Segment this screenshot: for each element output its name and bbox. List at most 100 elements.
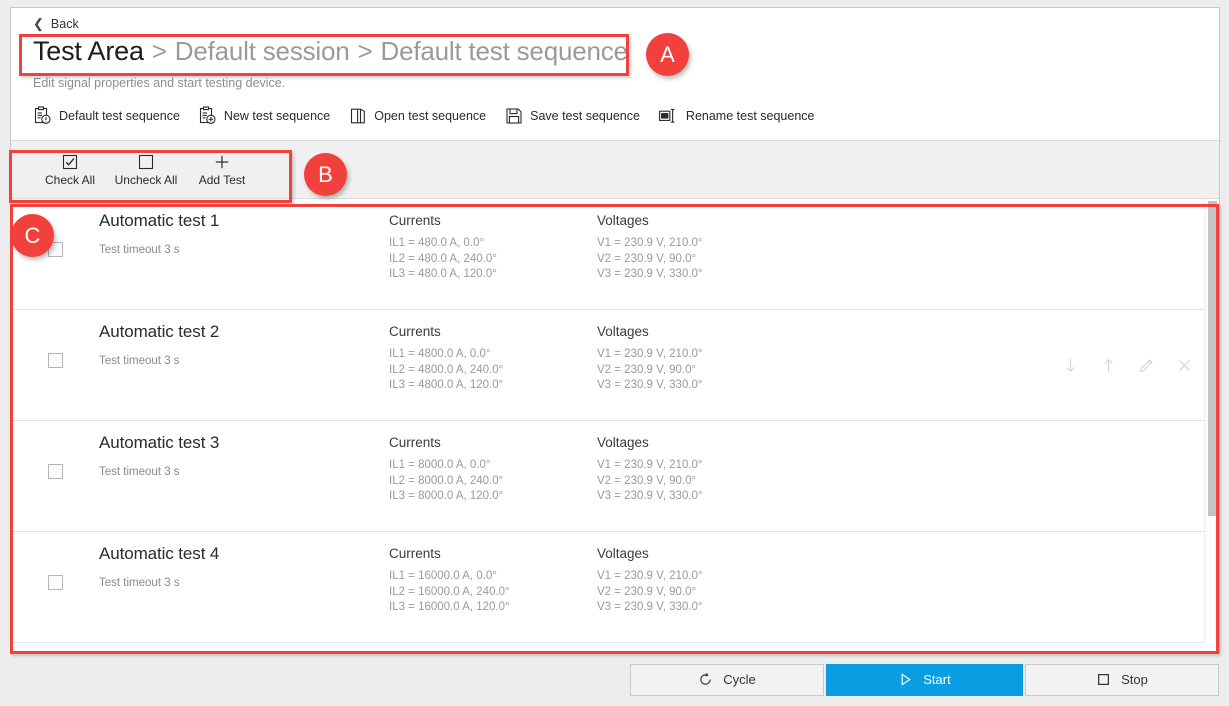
row-name-cell: Automatic test 3 Test timeout 3 s xyxy=(99,421,389,478)
currents-cell: Currents IL1 = 4800.0 A, 0.0° IL2 = 4800.0… xyxy=(389,310,597,394)
row-checkbox-cell xyxy=(11,310,99,368)
breadcrumb-test-area[interactable]: Test Area xyxy=(33,36,144,67)
table-row[interactable]: Automatic test 1 Test timeout 3 s Currents… xyxy=(11,199,1219,310)
move-down-icon[interactable] xyxy=(1059,465,1081,487)
row-checkbox[interactable] xyxy=(47,464,63,479)
current-line: IL2 = 8000.0 A, 240.0° xyxy=(389,474,504,487)
currents-cell: Currents IL1 = 8000.0 A, 0.0° IL2 = 8000.0… xyxy=(389,421,597,505)
breadcrumb-sequence[interactable]: Default test sequence xyxy=(381,36,628,67)
uncheck-all-button[interactable]: Uncheck All xyxy=(109,153,183,187)
footer-action-bar: Cycle Start Stop xyxy=(0,653,1229,706)
check-all-label: Check All xyxy=(44,172,96,187)
voltages-header: Voltages xyxy=(597,435,649,450)
delete-close-icon[interactable] xyxy=(1173,354,1195,376)
row-checkbox[interactable] xyxy=(47,242,63,257)
rename-icon xyxy=(658,106,680,126)
voltage-line: V3 = 230.9 V, 330.0° xyxy=(597,379,703,391)
current-line: IL2 = 480.0 A, 240.0° xyxy=(389,252,497,265)
currents-header: Currents xyxy=(389,546,441,561)
save-test-sequence-label: Save test sequence xyxy=(530,109,640,123)
clipboard-new-icon xyxy=(198,106,218,126)
row-checkbox-cell xyxy=(11,199,99,257)
breadcrumb-session[interactable]: Default session xyxy=(175,36,350,67)
test-timeout: Test timeout 3 s xyxy=(99,577,180,589)
open-test-sequence-button[interactable]: Open test sequence xyxy=(348,104,504,128)
delete-close-icon[interactable] xyxy=(1173,576,1195,598)
currents-cell: Currents IL1 = 16000.0 A, 0.0° IL2 = 16000… xyxy=(389,532,597,616)
stop-button[interactable]: Stop xyxy=(1025,663,1219,696)
header-zone: Test Area > Default session > Default te… xyxy=(11,34,1219,90)
test-title: Automatic test 4 xyxy=(99,544,220,563)
delete-close-icon[interactable] xyxy=(1173,243,1195,265)
current-line: IL3 = 4800.0 A, 120.0° xyxy=(389,379,504,391)
currents-header: Currents xyxy=(389,324,441,339)
checkbox-empty-icon xyxy=(138,153,154,171)
add-test-label: Add Test xyxy=(198,172,246,187)
rename-test-sequence-button[interactable]: Rename test sequence xyxy=(658,104,833,128)
edit-pencil-icon[interactable] xyxy=(1135,243,1157,265)
current-line: IL3 = 8000.0 A, 120.0° xyxy=(389,490,504,502)
voltage-line: V2 = 230.9 V, 90.0° xyxy=(597,474,697,487)
voltages-cell: Voltages V1 = 230.9 V, 210.0° V2 = 230.9 V… xyxy=(597,199,827,283)
floppy-save-icon xyxy=(504,106,524,126)
move-down-icon[interactable] xyxy=(1059,354,1081,376)
test-title: Automatic test 3 xyxy=(99,433,220,452)
delete-close-icon[interactable] xyxy=(1173,465,1195,487)
vertical-scrollbar[interactable] xyxy=(1204,199,1219,643)
voltages-cell: Voltages V1 = 230.9 V, 210.0° V2 = 230.9 V… xyxy=(597,421,827,505)
test-timeout: Test timeout 3 s xyxy=(99,466,180,478)
edit-pencil-icon[interactable] xyxy=(1135,465,1157,487)
back-label: Back xyxy=(50,16,79,31)
table-row[interactable]: Automatic test 3 Test timeout 3 s Currents… xyxy=(11,421,1219,532)
check-all-button[interactable]: Check All xyxy=(33,153,107,187)
breadcrumb-separator-2: > xyxy=(357,36,373,66)
move-up-icon[interactable] xyxy=(1097,465,1119,487)
add-test-button[interactable]: Add Test xyxy=(185,153,259,187)
current-line: IL1 = 16000.0 A, 0.0° xyxy=(389,570,497,582)
table-row[interactable]: Automatic test 4 Test timeout 3 s Currents… xyxy=(11,532,1219,643)
move-up-icon[interactable] xyxy=(1097,243,1119,265)
row-checkbox[interactable] xyxy=(47,353,63,368)
voltages-header: Voltages xyxy=(597,324,649,339)
breadcrumb: Test Area > Default session > Default te… xyxy=(33,34,1219,72)
plus-icon xyxy=(214,153,230,171)
play-triangle-icon xyxy=(898,672,913,687)
current-line: IL1 = 8000.0 A, 0.0° xyxy=(389,459,491,471)
move-down-icon[interactable] xyxy=(1059,243,1081,265)
checkbox-checked-icon xyxy=(62,153,78,171)
edit-pencil-icon[interactable] xyxy=(1135,576,1157,598)
row-name-cell: Automatic test 1 Test timeout 3 s xyxy=(99,199,389,256)
move-up-icon[interactable] xyxy=(1097,576,1119,598)
table-row[interactable]: Automatic test 2 Test timeout 3 s Currents… xyxy=(11,310,1219,421)
start-label: Start xyxy=(923,672,951,687)
move-up-icon[interactable] xyxy=(1097,354,1119,376)
voltage-line: V2 = 230.9 V, 90.0° xyxy=(597,585,697,598)
command-bar: Default test sequence New test sequence xyxy=(11,90,1219,141)
default-test-sequence-button[interactable]: Default test sequence xyxy=(33,104,198,128)
current-line: IL3 = 480.0 A, 120.0° xyxy=(389,268,497,280)
back-button[interactable]: ❮ Back xyxy=(11,8,1219,34)
current-line: IL1 = 480.0 A, 0.0° xyxy=(389,237,485,249)
clipboard-default-icon xyxy=(33,106,53,126)
test-list: Automatic test 1 Test timeout 3 s Currents… xyxy=(11,199,1219,643)
save-test-sequence-button[interactable]: Save test sequence xyxy=(504,104,658,128)
new-test-sequence-label: New test sequence xyxy=(223,109,331,123)
uncheck-all-label: Uncheck All xyxy=(114,172,178,187)
voltage-line: V3 = 230.9 V, 330.0° xyxy=(597,268,703,280)
new-test-sequence-button[interactable]: New test sequence xyxy=(198,104,348,128)
start-button[interactable]: Start xyxy=(826,663,1023,696)
move-down-icon[interactable] xyxy=(1059,576,1081,598)
test-title: Automatic test 1 xyxy=(99,211,220,230)
currents-header: Currents xyxy=(389,435,441,450)
voltage-line: V2 = 230.9 V, 90.0° xyxy=(597,363,697,376)
stop-label: Stop xyxy=(1121,672,1148,687)
cycle-button[interactable]: Cycle xyxy=(630,663,824,696)
page-subtitle: Edit signal properties and start testing… xyxy=(33,76,286,90)
edit-pencil-icon[interactable] xyxy=(1135,354,1157,376)
scrollbar-thumb[interactable] xyxy=(1208,201,1217,516)
row-checkbox[interactable] xyxy=(47,575,63,590)
voltage-line: V1 = 230.9 V, 210.0° xyxy=(597,459,703,471)
currents-header: Currents xyxy=(389,213,441,228)
voltages-header: Voltages xyxy=(597,546,649,561)
open-folder-icon xyxy=(348,106,368,126)
